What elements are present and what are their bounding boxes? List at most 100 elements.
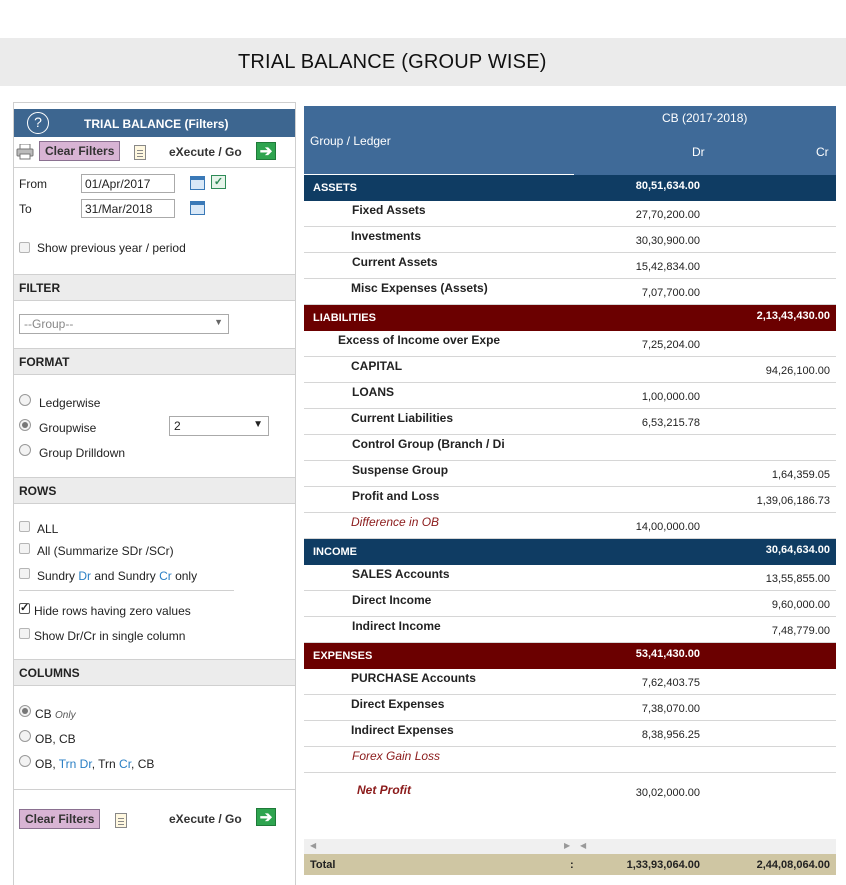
row-name: PURCHASE Accounts <box>351 671 476 685</box>
table-row[interactable]: Fixed Assets 27,70,200.00 <box>304 201 836 227</box>
table-row[interactable]: Current Liabilities 6,53,215.78 <box>304 409 836 435</box>
prev-year-label: Show previous year / period <box>37 241 186 255</box>
ob-trn-cb-radio[interactable] <box>19 755 31 767</box>
summarize-checkbox[interactable] <box>19 543 30 554</box>
document-icon[interactable] <box>134 145 146 160</box>
row-dr: 1,00,000.00 <box>641 391 700 403</box>
from-date-input[interactable] <box>81 174 175 193</box>
row-dr: 30,30,900.00 <box>635 235 700 247</box>
table-row[interactable]: CAPITAL 94,26,100.00 <box>304 357 836 383</box>
table-row[interactable]: Indirect Expenses 8,38,956.25 <box>304 721 836 747</box>
table-row[interactable]: Direct Expenses 7,38,070.00 <box>304 695 836 721</box>
clear-filters-button[interactable]: Clear Filters <box>39 141 121 161</box>
execute-label[interactable]: eXecute / Go <box>169 145 242 159</box>
single-column-label: Show Dr/Cr in single column <box>34 629 186 643</box>
single-column-checkbox[interactable] <box>19 628 30 639</box>
all-rows-checkbox[interactable] <box>19 521 30 532</box>
row-name: INCOME <box>313 546 357 558</box>
group-row[interactable]: INCOME 30,64,634.00 <box>304 539 836 565</box>
total-cr: 2,44,08,064.00 <box>756 859 830 871</box>
table-row[interactable]: Forex Gain Loss <box>304 747 836 773</box>
row-dr: 8,38,956.25 <box>641 729 700 741</box>
table-row[interactable]: Difference in OB 14,00,000.00 <box>304 513 836 539</box>
table-header: Group / Ledger CB (2017-2018) Dr Cr <box>304 106 836 175</box>
trn-cr-a: Trn <box>98 757 120 771</box>
table-row[interactable]: Suspense Group 1,64,359.05 <box>304 461 836 487</box>
summarize-label: All (Summarize SDr /SCr) <box>37 544 174 558</box>
cb-only-radio[interactable] <box>19 705 31 717</box>
filters-title: TRIAL BALANCE (Filters) <box>84 117 229 131</box>
scroll-left-icon[interactable]: ◀ <box>580 841 586 850</box>
table-row[interactable]: SALES Accounts 13,55,855.00 <box>304 565 836 591</box>
col-cr: Cr <box>816 145 829 159</box>
table-row[interactable]: Misc Expenses (Assets) 7,07,700.00 <box>304 279 836 305</box>
horizontal-scrollbar[interactable]: ◀ ▶ ◀ <box>304 839 836 854</box>
group-row[interactable]: EXPENSES 53,41,430.00 <box>304 643 836 669</box>
groupwise-label: Groupwise <box>39 421 97 435</box>
ob-prefix: OB, <box>35 757 59 771</box>
row-name: Investments <box>351 229 422 243</box>
col-group-ledger: Group / Ledger <box>310 134 391 148</box>
calendar-check-icon[interactable]: ✓ <box>211 175 226 189</box>
ob-trn-cb-label: OB, Trn Dr, Trn Cr, CB <box>35 757 154 771</box>
row-name: Excess of Income over Expe <box>338 333 501 347</box>
table-row[interactable]: Profit and Loss 1,39,06,186.73 <box>304 487 836 513</box>
table-row[interactable]: Control Group (Branch / Di <box>304 435 836 461</box>
table-row[interactable]: Current Assets 15,42,834.00 <box>304 253 836 279</box>
to-label: To <box>19 202 32 216</box>
row-name: Direct Income <box>352 593 432 607</box>
level-select[interactable]: 2 ▼ <box>169 416 269 436</box>
table-row[interactable]: LOANS 1,00,000.00 <box>304 383 836 409</box>
table-row[interactable]: Excess of Income over Expe 7,25,204.00 <box>304 331 836 357</box>
sundry-only-checkbox[interactable] <box>19 568 30 579</box>
scroll-left-icon[interactable]: ◀ <box>310 841 316 850</box>
scroll-right-icon[interactable]: ▶ <box>564 841 570 850</box>
table-row[interactable]: Direct Income 9,60,000.00 <box>304 591 836 617</box>
groupwise-radio[interactable] <box>19 419 31 431</box>
printer-icon[interactable] <box>16 144 34 160</box>
chevron-down-icon: ▼ <box>253 419 263 430</box>
trn-dr: Trn Dr <box>58 757 92 771</box>
ob-cb-radio[interactable] <box>19 730 31 742</box>
calendar-icon[interactable] <box>190 201 205 215</box>
trn-cr-b: Cr <box>119 757 132 771</box>
only-text: Only <box>55 710 76 721</box>
table-row[interactable]: Indirect Income 7,48,779.00 <box>304 617 836 643</box>
calendar-icon[interactable] <box>190 176 205 190</box>
row-cr: 13,55,855.00 <box>765 573 830 585</box>
row-name: CAPITAL <box>351 359 403 373</box>
total-row: Total : 1,33,93,064.00 2,44,08,064.00 <box>304 854 836 875</box>
from-label: From <box>19 177 47 191</box>
group-select[interactable]: --Group-- ▼ <box>19 314 229 334</box>
level-select-value: 2 <box>174 419 181 433</box>
row-name: LOANS <box>352 385 394 399</box>
prev-year-checkbox[interactable] <box>19 242 30 253</box>
divider <box>14 789 295 790</box>
document-icon[interactable] <box>115 813 127 828</box>
format-section-heading: FORMAT <box>14 348 295 375</box>
sundry-prefix: Sundry <box>37 569 79 583</box>
row-name: Profit and Loss <box>352 489 440 503</box>
group-drilldown-radio[interactable] <box>19 444 31 456</box>
table-row[interactable]: Investments 30,30,900.00 <box>304 227 836 253</box>
divider <box>19 590 234 591</box>
chevron-down-icon: ▼ <box>214 317 223 327</box>
all-rows-label: ALL <box>37 522 59 536</box>
row-dr: 80,51,634.00 <box>635 180 700 192</box>
table-row[interactable]: PURCHASE Accounts 7,62,403.75 <box>304 669 836 695</box>
row-name: Fixed Assets <box>352 203 426 217</box>
go-arrow-icon[interactable]: ➔ <box>256 808 276 826</box>
ledgerwise-radio[interactable] <box>19 394 31 406</box>
clear-filters-button-bottom[interactable]: Clear Filters <box>19 809 101 829</box>
row-name: Control Group (Branch / Di <box>352 437 505 451</box>
group-row[interactable]: LIABILITIES 2,13,43,430.00 <box>304 305 836 331</box>
table-row[interactable]: Net Profit 30,02,000.00 <box>304 779 836 805</box>
group-row[interactable]: ASSETS 80,51,634.00 <box>304 175 836 201</box>
execute-label-bottom[interactable]: eXecute / Go <box>169 812 242 826</box>
hide-zero-checkbox[interactable] <box>19 601 30 614</box>
help-icon[interactable]: ? <box>27 112 49 134</box>
row-name: LIABILITIES <box>313 312 376 324</box>
go-arrow-icon[interactable]: ➔ <box>256 142 276 160</box>
to-date-input[interactable] <box>81 199 175 218</box>
columns-section-heading: COLUMNS <box>14 659 295 686</box>
